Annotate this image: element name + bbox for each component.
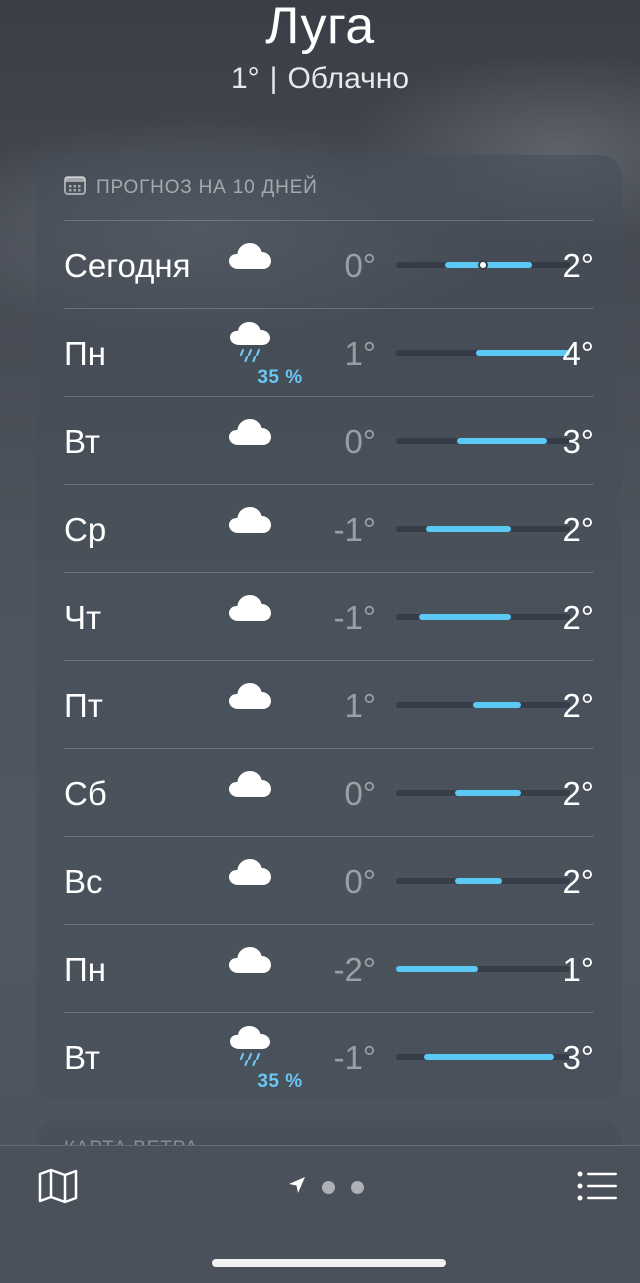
cloud-rain-icon xyxy=(228,1025,276,1075)
low-temperature: -1° xyxy=(333,599,376,636)
cloud-icon xyxy=(228,417,276,467)
high-temperature: 2° xyxy=(562,599,594,636)
forecast-row[interactable]: Пн -2° 1° xyxy=(64,925,622,1013)
cloud-icon xyxy=(228,857,276,907)
temperature-range-bar xyxy=(396,790,570,796)
home-indicator[interactable] xyxy=(212,1259,446,1267)
high-temperature: 2° xyxy=(562,775,594,812)
temperature-range-fill xyxy=(396,966,478,972)
list-icon xyxy=(576,1171,618,1206)
temperature-range-bar xyxy=(396,526,570,532)
forecast-row[interactable]: Сб 0° 2° xyxy=(64,749,622,837)
forecast-day: Вс xyxy=(64,863,103,900)
forecast-row[interactable]: Чт -1° 2° xyxy=(64,573,622,661)
high-temperature: 2° xyxy=(562,511,594,548)
forecast-row[interactable]: Вт 35 % -1° 3° xyxy=(64,1013,622,1101)
temperature-range-bar xyxy=(396,878,570,884)
forecast-card-header: ПРОГНОЗ НА 10 ДНЕЙ xyxy=(64,175,318,201)
high-temperature: 2° xyxy=(562,863,594,900)
temperature-range-fill xyxy=(423,1054,555,1060)
forecast-day: Пн xyxy=(64,335,106,372)
precipitation-chance: 35 % xyxy=(257,367,303,388)
low-temperature: -1° xyxy=(333,511,376,548)
temperature-range-fill xyxy=(456,438,548,444)
forecast-day: Пт xyxy=(64,687,103,724)
temperature-range-fill xyxy=(472,702,522,708)
calendar-icon xyxy=(64,175,86,201)
current-condition: Облачно xyxy=(287,62,410,95)
city-name: Луга xyxy=(265,0,375,55)
cloud-icon xyxy=(228,241,276,291)
page-dot[interactable] xyxy=(322,1181,335,1194)
low-temperature: -2° xyxy=(333,951,376,988)
temperature-range-fill xyxy=(418,614,511,620)
forecast-day: Вт xyxy=(64,423,101,460)
current-summary: 1° | Облачно xyxy=(0,62,640,96)
cloud-icon xyxy=(228,681,276,731)
temperature-range-fill xyxy=(455,790,522,796)
temperature-range-bar xyxy=(396,1054,570,1060)
temperature-range-fill xyxy=(455,878,503,884)
forecast-day: Сегодня xyxy=(64,247,191,284)
forecast-row[interactable]: Сегодня 0° 2° xyxy=(64,221,622,309)
forecast-row[interactable]: Пн 35 % 1° 4° xyxy=(64,309,622,397)
temperature-range-fill xyxy=(425,526,511,532)
current-temperature: 1° xyxy=(230,62,260,95)
temperature-range-bar xyxy=(396,438,570,444)
forecast-row[interactable]: Пт 1° 2° xyxy=(64,661,622,749)
summary-separator: | xyxy=(269,62,278,95)
high-temperature: 3° xyxy=(562,1039,594,1076)
ten-day-forecast-card[interactable]: ПРОГНОЗ НА 10 ДНЕЙ Сегодня 0° 2° Пн 35 %… xyxy=(36,155,622,1101)
temperature-range-bar xyxy=(396,702,570,708)
cloud-icon xyxy=(228,593,276,643)
cloud-icon xyxy=(228,769,276,819)
cloud-icon xyxy=(228,505,276,555)
high-temperature: 2° xyxy=(562,687,594,724)
cloud-rain-icon xyxy=(228,321,276,371)
location-arrow-icon[interactable] xyxy=(288,1176,306,1199)
low-temperature: 0° xyxy=(344,775,376,812)
high-temperature: 1° xyxy=(562,951,594,988)
forecast-day: Вт xyxy=(64,1039,101,1076)
temperature-range-bar xyxy=(396,350,570,356)
forecast-row[interactable]: Ср -1° 2° xyxy=(64,485,622,573)
high-temperature: 4° xyxy=(562,335,594,372)
temperature-range-fill xyxy=(476,350,570,356)
forecast-row[interactable]: Вс 0° 2° xyxy=(64,837,622,925)
high-temperature: 3° xyxy=(562,423,594,460)
forecast-row[interactable]: Вт 0° 3° xyxy=(64,397,622,485)
current-temperature-marker xyxy=(478,260,488,270)
forecast-card-title: ПРОГНОЗ НА 10 ДНЕЙ xyxy=(96,177,318,198)
locations-list-button[interactable] xyxy=(576,1170,618,1207)
page-dot[interactable] xyxy=(351,1181,364,1194)
forecast-day: Пн xyxy=(64,951,106,988)
low-temperature: 1° xyxy=(344,687,376,724)
map-icon xyxy=(38,1168,78,1208)
forecast-day: Чт xyxy=(64,599,102,636)
precipitation-chance: 35 % xyxy=(257,1071,303,1092)
low-temperature: 0° xyxy=(344,247,376,284)
temperature-range-bar xyxy=(396,614,570,620)
page-indicator[interactable] xyxy=(288,1176,364,1199)
temperature-range-bar xyxy=(396,966,570,972)
forecast-day: Сб xyxy=(64,775,107,812)
forecast-day: Ср xyxy=(64,511,107,548)
temperature-range-bar xyxy=(396,260,570,270)
cloud-icon xyxy=(228,945,276,995)
temperature-range-fill xyxy=(444,262,532,268)
high-temperature: 2° xyxy=(562,247,594,284)
map-button[interactable] xyxy=(38,1168,78,1209)
low-temperature: -1° xyxy=(333,1039,376,1076)
low-temperature: 1° xyxy=(344,335,376,372)
location-header: Луга 1° | Облачно xyxy=(0,0,640,96)
low-temperature: 0° xyxy=(344,423,376,460)
low-temperature: 0° xyxy=(344,863,376,900)
